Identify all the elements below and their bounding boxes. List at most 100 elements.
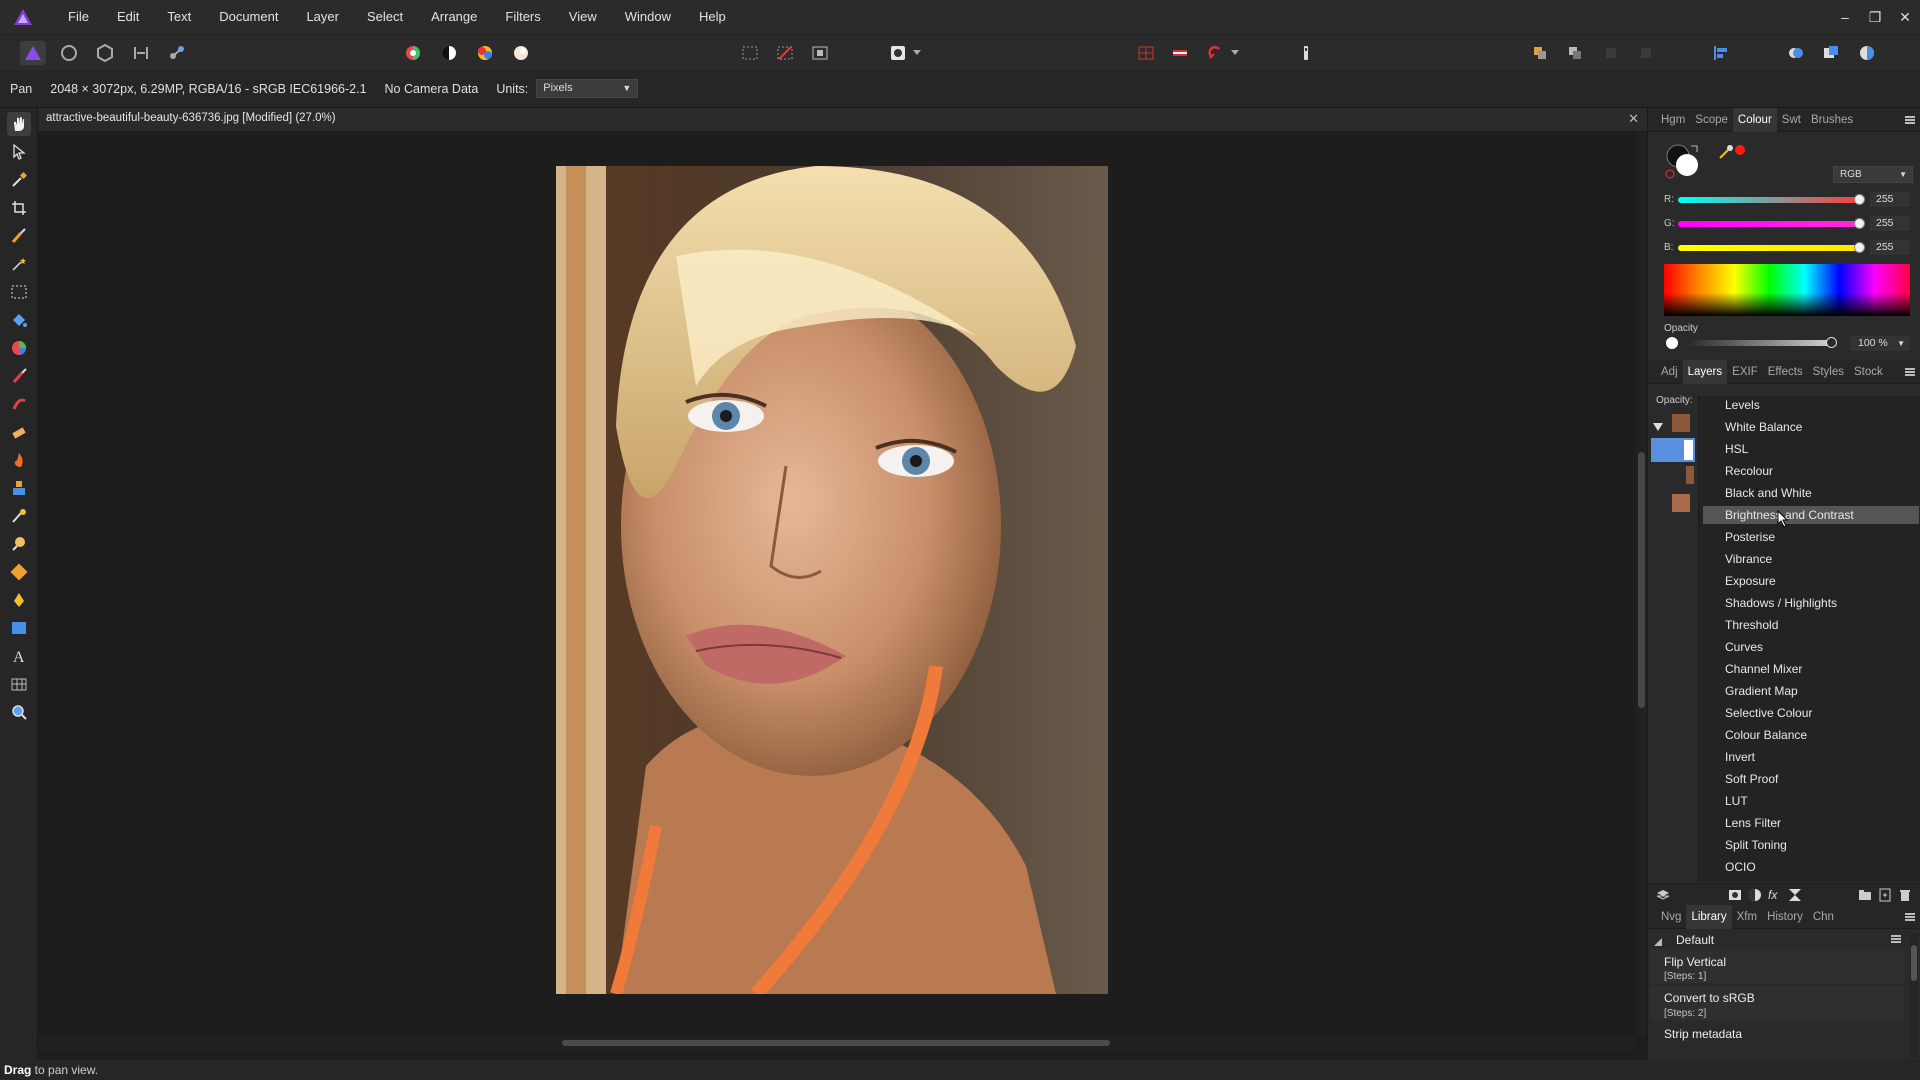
dodge-brush-tool-icon[interactable] (7, 532, 31, 556)
force-pixel-alignment-icon[interactable] (1203, 41, 1229, 65)
move-to-front-icon[interactable] (1633, 41, 1659, 65)
menu-item-vibrance[interactable]: Vibrance (1703, 550, 1919, 568)
flood-select-tool-icon[interactable] (7, 252, 31, 276)
export-persona-icon[interactable] (164, 41, 190, 65)
tone-mapping-persona-icon[interactable] (128, 41, 154, 65)
menu-item-exposure[interactable]: Exposure (1703, 572, 1919, 590)
close-document-icon[interactable]: ✕ (1628, 111, 1639, 127)
green-track[interactable] (1678, 221, 1860, 227)
auto-white-balance-icon[interactable] (508, 41, 534, 65)
panel-menu-icon[interactable] (1905, 114, 1915, 124)
invert-selection-icon[interactable] (807, 41, 833, 65)
boolean-subtract-icon[interactable] (1818, 41, 1844, 65)
category-menu-icon[interactable] (1891, 933, 1901, 947)
green-value[interactable]: 255 (1870, 216, 1910, 231)
quick-mask-dropdown-icon[interactable] (911, 41, 923, 65)
menu-item-curves[interactable]: Curves (1703, 638, 1919, 656)
healing-brush-tool-icon[interactable] (7, 392, 31, 416)
tab-exif[interactable]: EXIF (1727, 360, 1763, 384)
units-dropdown[interactable]: Pixels ▼ (536, 79, 639, 98)
boolean-add-icon[interactable] (1783, 41, 1809, 65)
menu-select[interactable]: Select (353, 0, 417, 34)
canvas[interactable] (38, 132, 1636, 1036)
colour-spectrum[interactable] (1664, 264, 1910, 316)
snapping-dropdown-icon[interactable] (1229, 41, 1241, 65)
document-tab[interactable]: attractive-beautiful-beauty-636736.jpg [… (38, 108, 1647, 132)
add-pixel-layer-icon[interactable] (1878, 888, 1892, 902)
tab-histogram[interactable]: Hgm (1656, 108, 1690, 132)
green-slider-knob[interactable] (1854, 218, 1865, 229)
pen-tool-icon[interactable] (7, 588, 31, 612)
menu-item-selective-colour[interactable]: Selective Colour (1703, 704, 1919, 722)
panel-menu-icon[interactable] (1905, 366, 1915, 376)
vertical-scroll-thumb[interactable] (1638, 452, 1645, 708)
tab-scope[interactable]: Scope (1690, 108, 1733, 132)
rectangular-marquee-tool-icon[interactable] (7, 280, 31, 304)
zoom-tool-icon[interactable] (7, 700, 31, 724)
crop-tool-icon[interactable] (7, 196, 31, 220)
current-colour-swatch[interactable] (1735, 145, 1745, 155)
liquify-persona-icon[interactable] (56, 41, 82, 65)
tab-effects[interactable]: Effects (1763, 360, 1808, 384)
panel-menu-icon[interactable] (1905, 911, 1915, 921)
move-back-one-icon[interactable] (1562, 41, 1588, 65)
green-slider[interactable]: G: 255 (1664, 216, 1914, 232)
library-scrollbar[interactable] (1910, 933, 1918, 1058)
blue-slider[interactable]: B: 255 (1664, 240, 1914, 256)
tab-styles[interactable]: Styles (1808, 360, 1849, 384)
red-slider[interactable]: R: 255 (1664, 192, 1914, 208)
photo-persona-icon[interactable] (20, 41, 46, 65)
hand-tool-icon[interactable] (7, 112, 31, 136)
burn-brush-tool-icon[interactable] (7, 448, 31, 472)
expand-layer-icon[interactable] (1653, 420, 1663, 434)
library-category[interactable]: Default (1676, 933, 1714, 947)
tab-stock[interactable]: Stock (1849, 360, 1888, 384)
mask-layer-icon[interactable] (1728, 888, 1742, 902)
collapse-category-icon[interactable] (1654, 935, 1662, 949)
menu-item-hsl[interactable]: HSL (1703, 440, 1919, 458)
menu-item-soft-proof[interactable]: Soft Proof (1703, 770, 1919, 788)
tab-brushes[interactable]: Brushes (1806, 108, 1858, 132)
horizontal-scrollbar[interactable] (38, 1036, 1636, 1050)
child-layer-thumbnail[interactable] (1686, 466, 1694, 484)
tab-transform[interactable]: Xfm (1732, 905, 1762, 929)
live-filters-icon[interactable] (1788, 888, 1802, 902)
menu-item-gradient-map[interactable]: Gradient Map (1703, 682, 1919, 700)
flood-fill-tool-icon[interactable] (7, 308, 31, 332)
smudge-brush-tool-icon[interactable] (7, 504, 31, 528)
macro-name[interactable]: Strip metadata (1664, 1027, 1742, 1041)
tab-history[interactable]: History (1762, 905, 1808, 929)
inpainting-tool-icon[interactable] (7, 560, 31, 584)
menu-help[interactable]: Help (685, 0, 740, 34)
move-to-back-icon[interactable] (1527, 41, 1553, 65)
tab-adjustments[interactable]: Adj (1656, 360, 1683, 384)
menu-item-posterise[interactable]: Posterise (1703, 528, 1919, 546)
menu-item-brightness-and-contrast[interactable]: Brightness and Contrast (1703, 506, 1919, 524)
menu-item-lens-filter[interactable]: Lens Filter (1703, 814, 1919, 832)
fill-stroke-swatches[interactable] (1664, 142, 1704, 182)
menu-item-ocio[interactable]: OCIO (1703, 858, 1919, 876)
menu-layer[interactable]: Layer (292, 0, 353, 34)
move-tool-icon[interactable] (7, 140, 31, 164)
menu-item-channel-mixer[interactable]: Channel Mixer (1703, 660, 1919, 678)
move-forward-one-icon[interactable] (1598, 41, 1624, 65)
menu-item-threshold[interactable]: Threshold (1703, 616, 1919, 634)
horizontal-scroll-thumb[interactable] (562, 1040, 1110, 1046)
restore-button[interactable]: ❐ (1860, 0, 1890, 34)
rectangle-tool-icon[interactable] (7, 616, 31, 640)
align-icon[interactable] (1708, 41, 1734, 65)
clone-brush-tool-icon[interactable] (7, 476, 31, 500)
auto-colours-icon[interactable] (472, 41, 498, 65)
tab-layers[interactable]: Layers (1682, 359, 1728, 384)
tab-channels[interactable]: Chn (1808, 905, 1839, 929)
opacity-slider-knob[interactable] (1826, 337, 1837, 348)
menu-filters[interactable]: Filters (491, 0, 554, 34)
background-layer-thumbnail[interactable] (1672, 494, 1690, 512)
red-value[interactable]: 255 (1870, 192, 1910, 207)
boolean-intersect-icon[interactable] (1854, 41, 1880, 65)
menu-text[interactable]: Text (153, 0, 205, 34)
selection-brush-tool-icon[interactable] (7, 224, 31, 248)
mesh-warp-tool-icon[interactable] (7, 672, 31, 696)
menu-item-black-and-white[interactable]: Black and White (1703, 484, 1919, 502)
delete-layer-icon[interactable] (1898, 888, 1912, 902)
